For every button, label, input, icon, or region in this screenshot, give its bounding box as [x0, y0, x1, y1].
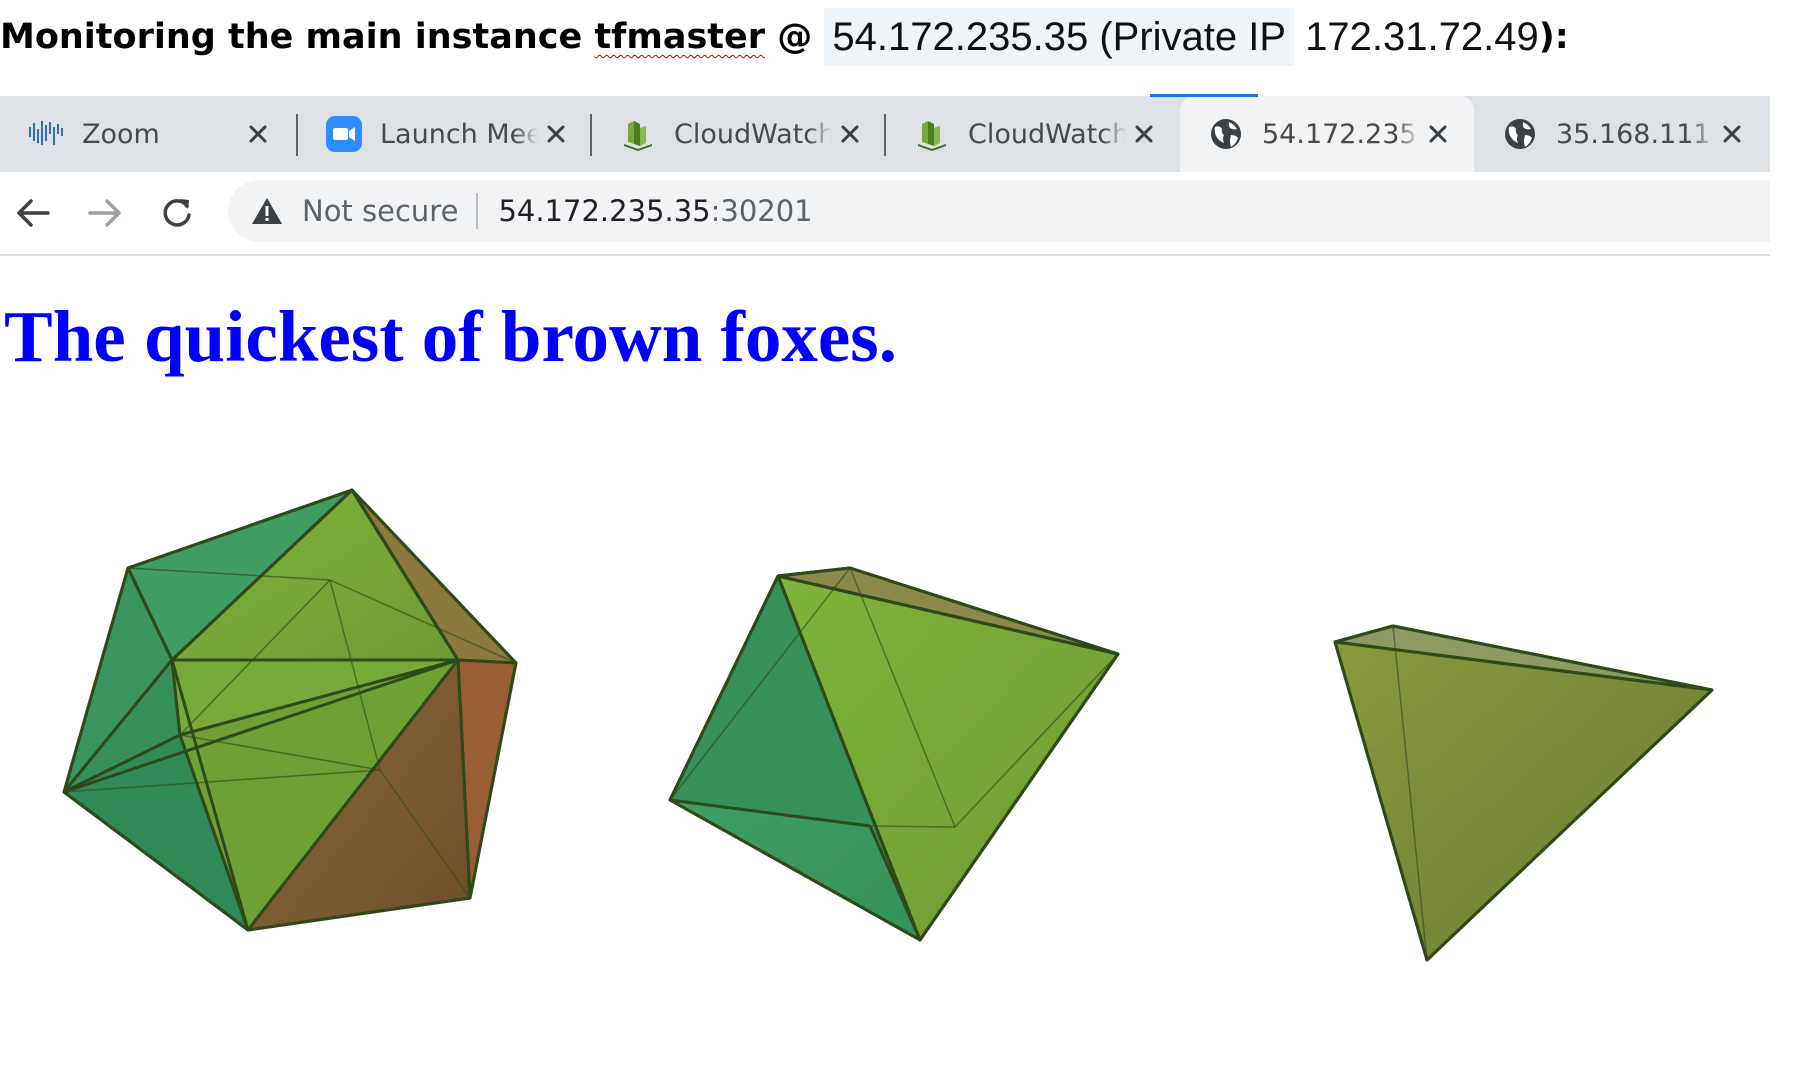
close-icon[interactable] [1420, 116, 1456, 152]
zoom-waveform-icon [28, 116, 64, 152]
octahedron-shape [668, 566, 1120, 942]
url-host[interactable]: 54.172.235.35 [498, 194, 710, 228]
arrow-right-icon [88, 199, 121, 227]
reload-button[interactable] [154, 190, 200, 236]
reload-icon [163, 199, 191, 227]
address-divider [476, 193, 479, 229]
arrow-left-icon [17, 199, 50, 227]
tab-label: CloudWatch [674, 118, 832, 150]
close-icon[interactable] [832, 116, 868, 152]
tab-cloudwatch-2[interactable]: CloudWatch [886, 96, 1180, 172]
polyhedra-area [0, 470, 1815, 990]
warning-icon[interactable] [248, 192, 286, 230]
tab-cloudwatch-1[interactable]: CloudWatch [592, 96, 886, 172]
instance-name: tfmaster [594, 17, 766, 57]
polyhedra-illustration [62, 488, 1714, 962]
title-prefix: Monitoring the main instance [0, 17, 583, 57]
close-icon[interactable] [1714, 116, 1750, 152]
globe-icon [1208, 116, 1244, 152]
close-icon[interactable] [1126, 116, 1162, 152]
tab-label: 35.168.111.1 [1556, 118, 1714, 150]
document-title: Monitoring the main instance tfmaster @ … [0, 8, 1569, 66]
tab-label: Launch Meeting [380, 118, 538, 150]
url-port[interactable]: :30201 [711, 194, 813, 228]
tetrahedron-shape [1333, 624, 1714, 962]
aws-cloudwatch-icon [914, 116, 950, 152]
tab-35-168-111-1[interactable]: 35.168.111.1 [1474, 96, 1768, 172]
browser-toolbar: Not secure 54.172.235.35:30201 [0, 172, 1770, 256]
back-button[interactable] [10, 190, 56, 236]
tab-label: Zoom [82, 118, 160, 150]
tab-active-54-172-235-35[interactable]: 54.172.235.35 [1150, 94, 1474, 172]
icosahedron-shape [62, 488, 518, 932]
private-ip: 172.31.72.49 [1305, 15, 1539, 59]
tab-zoom[interactable]: Zoom [0, 96, 294, 172]
tab-launch-meeting[interactable]: Launch Meeting [298, 96, 592, 172]
globe-icon [1502, 116, 1538, 152]
not-secure-label[interactable]: Not secure [302, 194, 458, 228]
title-at: @ [777, 17, 813, 57]
zoom-camera-icon [326, 116, 362, 152]
close-icon[interactable] [538, 116, 574, 152]
browser-window: Zoom Launch Meeting [0, 94, 1770, 256]
forward-button[interactable] [82, 190, 128, 236]
active-tab-indicator [1150, 94, 1258, 97]
address-bar[interactable]: Not secure 54.172.235.35:30201 [228, 180, 1770, 242]
tab-strip: Zoom Launch Meeting [0, 94, 1770, 172]
title-suffix: ): [1538, 17, 1569, 57]
tab-label: 54.172.235.35 [1262, 118, 1420, 150]
aws-cloudwatch-icon [620, 116, 656, 152]
close-icon[interactable] [240, 116, 276, 152]
tab-label: CloudWatch [968, 118, 1126, 150]
public-ip: 54.172.235.35 (Private IP [824, 8, 1295, 66]
page-heading: The quickest of brown foxes. [4, 296, 897, 377]
